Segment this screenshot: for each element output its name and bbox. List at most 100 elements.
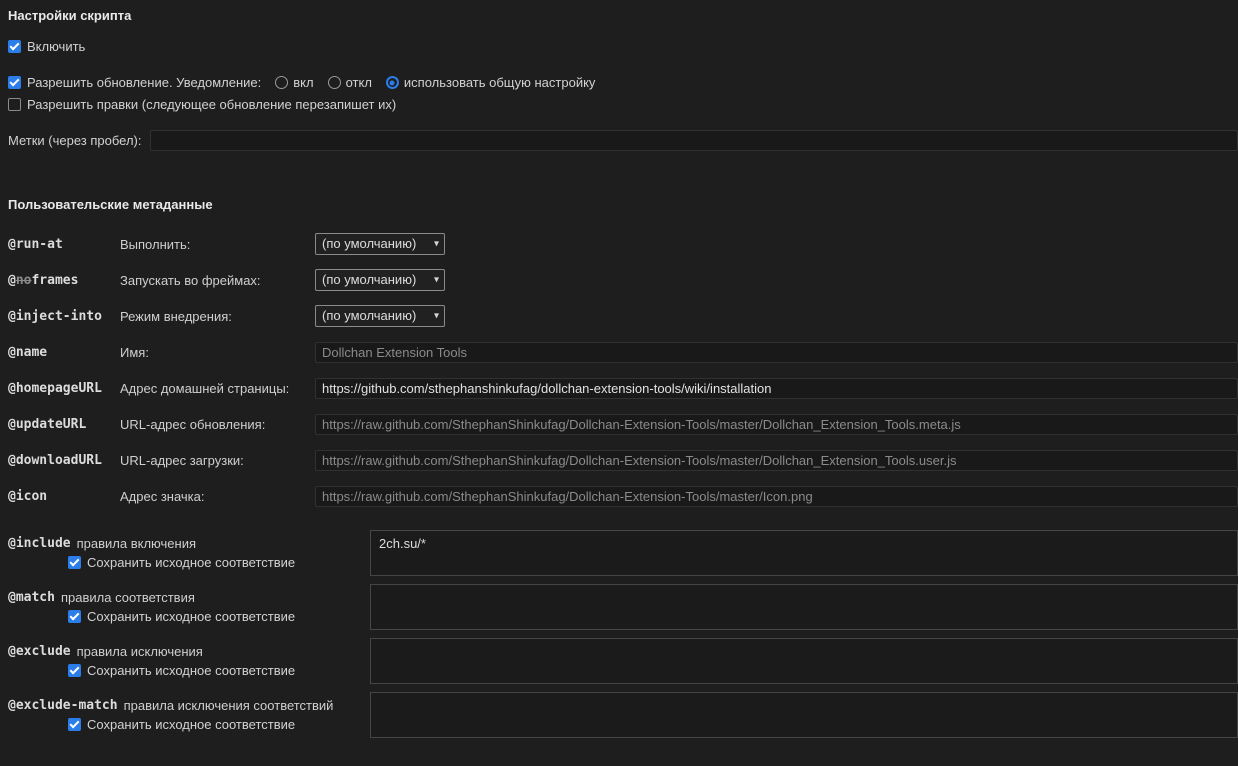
notify-use-global-label[interactable]: использовать общую настройку: [404, 75, 596, 90]
notify-off-radio[interactable]: [327, 76, 341, 89]
metadata-table: @run-at Выполнить: (по умолчанию) @nofra…: [8, 226, 1238, 514]
noframes-select-wrap: (по умолчанию): [315, 269, 445, 291]
allow-update-row: Разрешить обновление. Уведомление: вкл о…: [8, 75, 1238, 90]
icon-key: @icon: [8, 488, 48, 504]
match-desc: правила соответствия: [60, 590, 195, 605]
exclude-keep-checkbox[interactable]: [68, 664, 81, 677]
exclude-match-block: @exclude-match правила исключения соотве…: [8, 692, 1238, 738]
exclude-match-textarea[interactable]: [370, 692, 1238, 738]
update-url-input[interactable]: [315, 413, 1238, 435]
exclude-match-keep-label[interactable]: Сохранить исходное соответствие: [87, 717, 295, 732]
match-keep-row: Сохранить исходное соответствие: [8, 609, 370, 624]
exclude-match-keep-checkbox[interactable]: [68, 718, 81, 731]
inject-into-select[interactable]: (по умолчанию): [315, 305, 445, 327]
tags-input[interactable]: [149, 130, 1238, 151]
run-at-row: @run-at Выполнить: (по умолчанию): [8, 226, 1238, 262]
notify-on-radio[interactable]: [275, 76, 289, 89]
enable-checkbox[interactable]: [8, 40, 21, 53]
noframes-key-rest: frames: [31, 272, 79, 288]
notify-use-global-radio[interactable]: [385, 76, 399, 89]
name-input[interactable]: [315, 341, 1238, 363]
exclude-match-key: @exclude-match: [8, 698, 118, 713]
allow-update-checkbox[interactable]: [8, 76, 21, 89]
notify-on-label[interactable]: вкл: [293, 75, 313, 90]
allow-edits-label[interactable]: Разрешить правки (следующее обновление п…: [27, 97, 396, 112]
notify-off-option: откл: [327, 75, 372, 90]
match-key: @match: [8, 590, 55, 605]
match-head: @match правила соответствия: [8, 590, 370, 605]
homepage-url-row: @homepageURL Адрес домашней страницы:: [8, 370, 1238, 406]
noframes-select[interactable]: (по умолчанию): [315, 269, 445, 291]
exclude-left: @exclude правила исключения Сохранить ис…: [8, 638, 370, 684]
match-keep-label[interactable]: Сохранить исходное соответствие: [87, 609, 295, 624]
allow-edits-row: Разрешить правки (следующее обновление п…: [8, 97, 1238, 112]
name-row: @name Имя:: [8, 334, 1238, 370]
section-title-custom-metadata: Пользовательские метаданные: [8, 197, 213, 212]
update-url-label: URL-адрес обновления:: [120, 416, 266, 432]
run-at-label: Выполнить:: [120, 236, 191, 252]
enable-label[interactable]: Включить: [27, 39, 85, 54]
homepage-url-label: Адрес домашней страницы:: [120, 380, 290, 396]
noframes-row: @noframes Запускать во фреймах: (по умол…: [8, 262, 1238, 298]
run-at-select[interactable]: (по умолчанию): [315, 233, 445, 255]
tags-row: Метки (через пробел):: [8, 130, 1238, 151]
tags-label: Метки (через пробел):: [8, 133, 142, 148]
inject-into-label: Режим внедрения:: [120, 308, 232, 324]
allow-edits-checkbox[interactable]: [8, 98, 21, 111]
include-keep-label[interactable]: Сохранить исходное соответствие: [87, 555, 295, 570]
icon-input[interactable]: [315, 485, 1238, 507]
homepage-url-input[interactable]: [315, 377, 1238, 399]
exclude-head: @exclude правила исключения: [8, 644, 370, 659]
exclude-keep-row: Сохранить исходное соответствие: [8, 663, 370, 678]
rules-section: @include правила включения Сохранить исх…: [8, 530, 1238, 738]
section-title-script-settings: Настройки скрипта: [8, 8, 132, 23]
match-keep-checkbox[interactable]: [68, 610, 81, 623]
update-url-key: @updateURL: [8, 416, 87, 432]
exclude-textarea[interactable]: [370, 638, 1238, 684]
exclude-block: @exclude правила исключения Сохранить ис…: [8, 638, 1238, 684]
exclude-match-keep-row: Сохранить исходное соответствие: [8, 717, 370, 732]
icon-row: @icon Адрес значка:: [8, 478, 1238, 514]
include-keep-checkbox[interactable]: [68, 556, 81, 569]
download-url-row: @downloadURL URL-адрес загрузки:: [8, 442, 1238, 478]
download-url-key: @downloadURL: [8, 452, 102, 468]
include-keep-row: Сохранить исходное соответствие: [8, 555, 370, 570]
exclude-match-head: @exclude-match правила исключения соотве…: [8, 698, 370, 713]
include-head: @include правила включения: [8, 536, 370, 551]
script-settings-page: Настройки скрипта Включить Разрешить обн…: [0, 0, 1238, 756]
allow-update-label[interactable]: Разрешить обновление. Уведомление:: [27, 75, 261, 90]
inject-into-row: @inject-into Режим внедрения: (по умолча…: [8, 298, 1238, 334]
include-key: @include: [8, 536, 71, 551]
enable-row: Включить: [8, 39, 1238, 54]
icon-label: Адрес значка:: [120, 488, 205, 504]
notify-global-option: использовать общую настройку: [385, 75, 596, 90]
run-at-key: @run-at: [8, 236, 63, 252]
download-url-label: URL-адрес загрузки:: [120, 452, 244, 468]
exclude-desc: правила исключения: [76, 644, 203, 659]
noframes-key-struck: no: [15, 272, 32, 288]
name-label: Имя:: [120, 344, 149, 360]
exclude-key: @exclude: [8, 644, 71, 659]
include-textarea[interactable]: 2ch.su/*: [370, 530, 1238, 576]
exclude-match-left: @exclude-match правила исключения соотве…: [8, 692, 370, 738]
inject-into-key: @inject-into: [8, 308, 102, 324]
noframes-key: @noframes: [8, 273, 120, 288]
noframes-label: Запускать во фреймах:: [120, 272, 261, 288]
exclude-keep-label[interactable]: Сохранить исходное соответствие: [87, 663, 295, 678]
run-at-select-wrap: (по умолчанию): [315, 233, 445, 255]
include-left: @include правила включения Сохранить исх…: [8, 530, 370, 576]
match-textarea[interactable]: [370, 584, 1238, 630]
inject-into-select-wrap: (по умолчанию): [315, 305, 445, 327]
include-block: @include правила включения Сохранить исх…: [8, 530, 1238, 576]
exclude-match-desc: правила исключения соответствий: [123, 698, 334, 713]
include-desc: правила включения: [76, 536, 196, 551]
notify-on-option: вкл: [275, 75, 314, 90]
update-url-row: @updateURL URL-адрес обновления:: [8, 406, 1238, 442]
download-url-input[interactable]: [315, 449, 1238, 471]
notify-off-label[interactable]: откл: [346, 75, 372, 90]
match-left: @match правила соответствия Сохранить ис…: [8, 584, 370, 630]
homepage-url-key: @homepageURL: [8, 380, 102, 396]
name-key: @name: [8, 344, 48, 360]
noframes-key-at: @: [8, 272, 16, 288]
match-block: @match правила соответствия Сохранить ис…: [8, 584, 1238, 630]
